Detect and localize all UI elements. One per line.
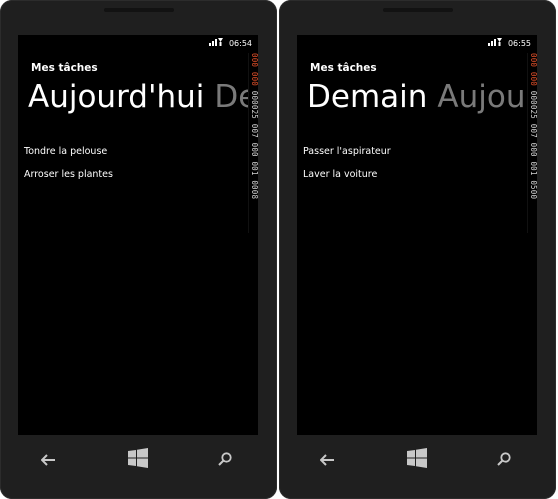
status-bar: 06:54 (208, 37, 252, 49)
frame-rate-counter-values: 000025 007 000 001 0008 (250, 90, 258, 200)
back-arrow-icon (40, 451, 55, 470)
app-title: Mes tâches (310, 62, 377, 74)
status-time: 06:54 (228, 38, 252, 48)
windows-logo-icon (128, 448, 148, 472)
task-item[interactable]: Passer l'aspirateur (303, 145, 391, 168)
search-icon (497, 451, 511, 470)
back-button[interactable] (307, 440, 347, 480)
pivot-header-next[interactable]: Aujou (437, 75, 525, 119)
task-list: Passer l'aspirateur Laver la voiture (303, 145, 391, 191)
app-title: Mes tâches (31, 62, 98, 74)
pivot-header-active[interactable]: Aujourd'hui (28, 75, 204, 119)
phone-frame: 06:54 Mes tâches Aujourd'hui De Tondre la… (0, 0, 277, 499)
phone-frame: 06:55 Mes tâches Demain Aujou Passer l'as… (279, 0, 556, 499)
frame-rate-counter-hot: 000 000 (529, 53, 537, 87)
start-button[interactable] (397, 440, 437, 480)
search-button[interactable] (205, 440, 245, 480)
hardware-navbar (279, 440, 556, 484)
back-button[interactable] (28, 440, 68, 480)
windows-logo-icon (407, 448, 427, 472)
search-button[interactable] (484, 440, 524, 480)
status-bar: 06:55 (487, 37, 531, 49)
signal-icon (487, 37, 502, 49)
search-icon (218, 451, 232, 470)
phone-screen: 06:55 Mes tâches Demain Aujou Passer l'as… (297, 35, 537, 435)
back-arrow-icon (319, 451, 334, 470)
status-time: 06:55 (507, 38, 531, 48)
phone-speaker (103, 8, 174, 12)
pivot-header-active[interactable]: Demain (307, 75, 427, 119)
pivot-headers: Demain Aujou (307, 75, 536, 119)
frame-rate-counter: 000 000 000025 007 000 001 0008 (248, 53, 258, 233)
task-item[interactable]: Arroser les plantes (24, 168, 113, 191)
task-item[interactable]: Tondre la pelouse (24, 145, 113, 168)
phone-screen: 06:54 Mes tâches Aujourd'hui De Tondre la… (18, 35, 258, 435)
task-item[interactable]: Laver la voiture (303, 168, 391, 191)
start-button[interactable] (118, 440, 158, 480)
frame-rate-counter: 000 000 000025 007 000 001 0500 (527, 53, 537, 233)
emulator-stage: 06:54 Mes tâches Aujourd'hui De Tondre la… (0, 0, 558, 499)
frame-rate-counter-hot: 000 000 (250, 53, 258, 87)
signal-icon (208, 37, 223, 49)
frame-rate-counter-values: 000025 007 000 001 0500 (529, 90, 537, 200)
hardware-navbar (0, 440, 277, 484)
task-list: Tondre la pelouse Arroser les plantes (24, 145, 113, 191)
phone-speaker (382, 8, 453, 12)
pivot-headers: Aujourd'hui De (28, 75, 258, 119)
